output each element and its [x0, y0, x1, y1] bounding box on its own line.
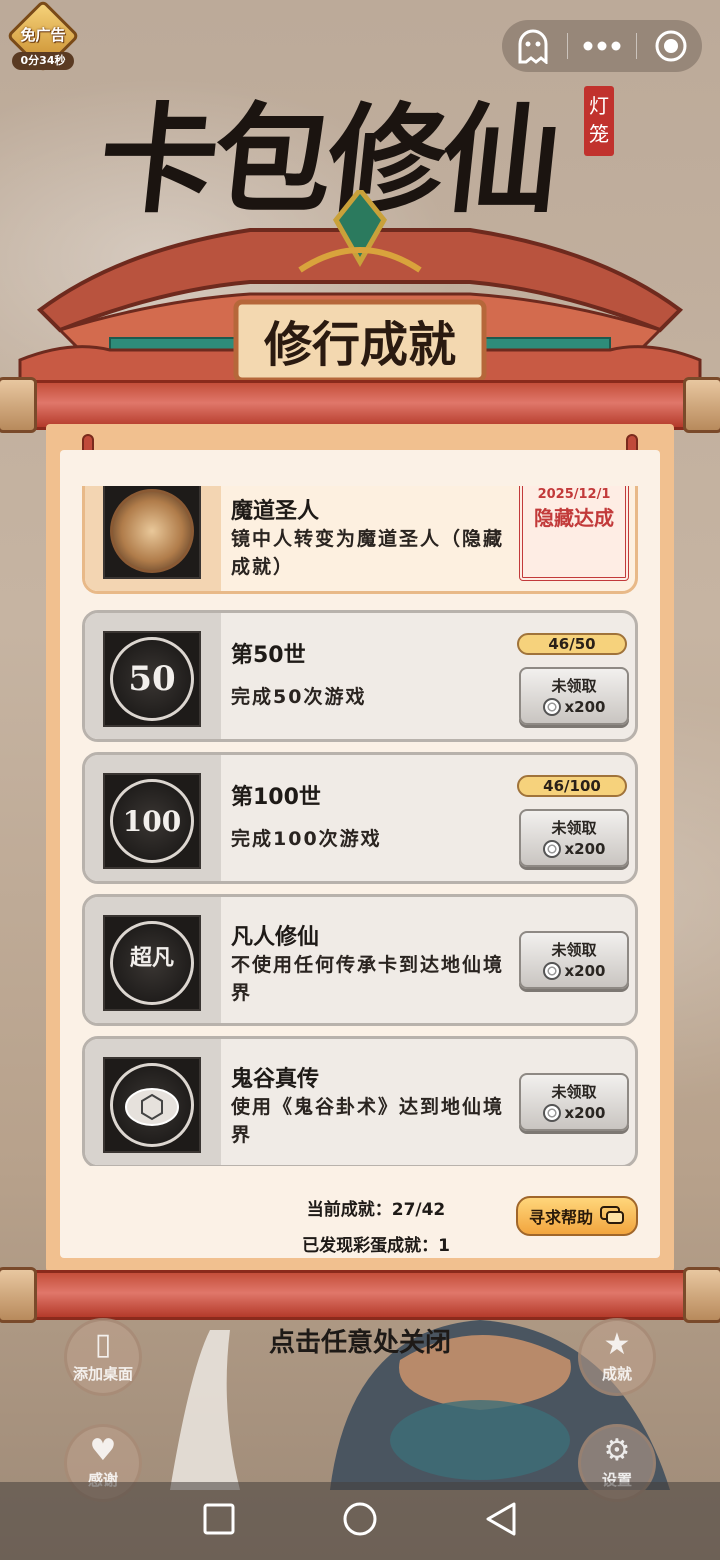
- miniprogram-capsule: [502, 20, 702, 72]
- claim-label: 未领取: [551, 819, 597, 837]
- achievement-panel: 魔道圣人 镜中人转变为魔道圣人（隐藏成就） 2025/12/1 隐藏达成 50 …: [46, 424, 674, 1272]
- achievement-title: 鬼谷真传: [231, 1067, 320, 1092]
- achievement-card: 100 第100世 完成100次游戏 46/100 未领取 x200: [82, 752, 638, 884]
- achievements-label: 成就: [601, 1365, 632, 1383]
- stamp-date: 2025/12/1: [537, 487, 611, 502]
- add-desktop-label: 添加桌面: [72, 1365, 133, 1383]
- star-badge-icon: ★: [603, 1327, 631, 1362]
- progress-pill: 46/50: [517, 633, 627, 655]
- capsule-divider: [636, 33, 637, 59]
- ad-timer: 0分34秒: [12, 52, 74, 70]
- remove-ads-badge[interactable]: 免广告 0分34秒: [6, 0, 80, 73]
- number-50-icon: 50: [103, 631, 201, 727]
- ghost-icon[interactable]: [505, 26, 561, 66]
- achievement-desc: 完成100次游戏: [231, 828, 382, 850]
- claim-button[interactable]: 未领取 x200: [519, 1073, 629, 1131]
- lantern-seal: 灯笼: [584, 86, 614, 156]
- achievement-title: 第100世: [231, 785, 321, 810]
- current-achievements: 当前成就：27/42: [306, 1200, 446, 1220]
- reward-amount: x200: [564, 840, 606, 858]
- claim-label: 未领取: [551, 941, 597, 959]
- rod-cap-right: [683, 377, 720, 433]
- claim-button[interactable]: 未领取 x200: [519, 809, 629, 867]
- easter-egg-achievements: 已发现彩蛋成就：1: [302, 1236, 450, 1256]
- claim-label: 未领取: [551, 1083, 597, 1101]
- scroll-rod-top: [0, 377, 720, 433]
- coin-icon: [542, 840, 561, 858]
- coin-icon: [542, 1104, 561, 1122]
- triangle-back-icon[interactable]: [484, 1501, 518, 1541]
- remove-ads-label: 免广告: [20, 26, 66, 44]
- achievement-title: 凡人修仙: [231, 925, 320, 950]
- icon-calligraphy: 超凡: [110, 921, 194, 1005]
- number-100-icon: 100: [103, 773, 201, 869]
- achievement-card: 50 第50世 完成50次游戏 46/50 未领取 x200: [82, 610, 638, 742]
- achievement-desc: 镜中人转变为魔道圣人（隐藏成就）: [231, 528, 505, 578]
- achieved-stamp: 2025/12/1 隐藏达成: [519, 486, 629, 581]
- rod-cap-left: [0, 377, 37, 433]
- achievement-desc: 不使用任何传承卡到达地仙境界: [231, 954, 505, 1004]
- coin-icon: [542, 962, 561, 980]
- achievement-stats: 当前成就：27/42 已发现彩蛋成就：1: [246, 1192, 506, 1264]
- seek-help-button[interactable]: 寻求帮助: [516, 1196, 638, 1236]
- reward-amount: x200: [564, 1104, 606, 1122]
- claim-button[interactable]: 未领取 x200: [519, 931, 629, 989]
- circle-home-icon[interactable]: [341, 1500, 379, 1542]
- progress-pill: 46/100: [517, 775, 627, 797]
- reward-amount: x200: [564, 962, 606, 980]
- chat-bubble-icon: [600, 1206, 624, 1224]
- system-navbar: [0, 1482, 720, 1560]
- achievement-card: 鬼谷真传 使用《鬼谷卦术》达到地仙境界 未领取 x200: [82, 1036, 638, 1166]
- add-desktop-button[interactable]: ▯ 添加桌面: [64, 1318, 142, 1396]
- capsule-divider: [567, 33, 568, 59]
- panel-title: 修行成就: [263, 317, 456, 373]
- achievement-card: 魔道圣人 镜中人转变为魔道圣人（隐藏成就） 2025/12/1 隐藏达成: [82, 486, 638, 594]
- more-icon[interactable]: [574, 26, 630, 66]
- reward-amount: x200: [564, 698, 606, 716]
- achievement-card: 超凡 凡人修仙 不使用任何传承卡到达地仙境界 未领取 x200: [82, 894, 638, 1026]
- gear-icon: ⚙: [603, 1433, 631, 1468]
- achievements-button[interactable]: ★ 成就: [578, 1318, 656, 1396]
- achievement-title: 第50世: [231, 643, 306, 668]
- claim-label: 未领取: [551, 677, 597, 695]
- skull-emblem-icon: [103, 486, 201, 579]
- achievement-desc: 使用《鬼谷卦术》达到地仙境界: [231, 1096, 505, 1146]
- icon-number: 50: [110, 637, 194, 721]
- achievement-list[interactable]: 魔道圣人 镜中人转变为魔道圣人（隐藏成就） 2025/12/1 隐藏达成 50 …: [82, 486, 638, 1166]
- person-heart-icon: ♥: [89, 1433, 117, 1468]
- achievement-desc: 完成50次游戏: [231, 686, 367, 708]
- coin-icon: [542, 698, 561, 716]
- rod-cap-left: [0, 1267, 37, 1323]
- square-icon[interactable]: [202, 1502, 236, 1540]
- stamp-text: 隐藏达成: [534, 506, 614, 530]
- help-label: 寻求帮助: [528, 1208, 593, 1227]
- turtle-shell-icon: [103, 1057, 201, 1153]
- record-icon[interactable]: [643, 26, 699, 66]
- immortal-figure-icon: 超凡: [103, 915, 201, 1011]
- achievement-title: 魔道圣人: [231, 499, 320, 524]
- phone-check-icon: ▯: [94, 1327, 112, 1362]
- icon-number: 100: [110, 779, 194, 863]
- claim-button[interactable]: 未领取 x200: [519, 667, 629, 725]
